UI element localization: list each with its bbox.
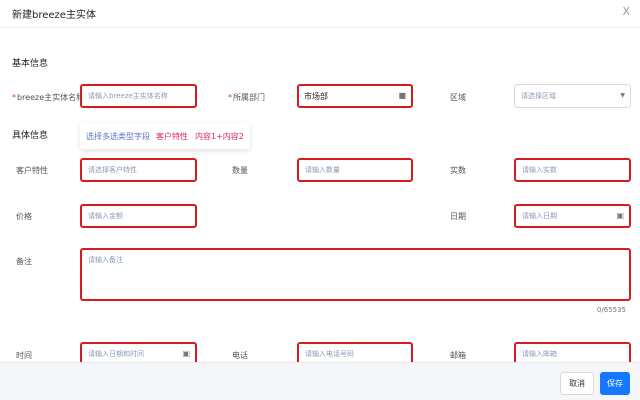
name-input[interactable] [82,86,195,106]
department-select[interactable]: 市场部 ■ [297,84,413,108]
section-basic-title: 基本信息 [12,59,49,69]
email-label: 邮箱 [450,351,466,360]
name-label-text: breeze主实体名称 [17,93,85,102]
date-field[interactable]: ▣ [514,204,631,228]
price-label: 价格 [16,212,32,221]
dropdown-option-2[interactable]: 客户特性 [156,131,188,142]
date-input[interactable] [516,206,629,226]
phone-input[interactable] [299,344,411,364]
email-input[interactable] [516,344,629,364]
name-field[interactable] [80,84,197,108]
required-mark: * [228,93,232,102]
remark-label: 备注 [16,257,32,266]
cancel-button[interactable]: 取消 [560,372,594,395]
quantity-input[interactable] [299,160,411,180]
remark-textarea[interactable] [82,250,629,299]
quantity-field[interactable] [297,158,413,182]
phone-label: 电话 [232,351,248,360]
real-number-input[interactable] [516,160,629,180]
remark-field[interactable] [80,248,631,301]
close-icon[interactable]: X [622,5,630,18]
real-number-field[interactable] [514,158,631,182]
customer-trait-field[interactable] [80,158,197,182]
dropdown-option-1[interactable]: 选择多选类型字段 [86,131,150,142]
department-label: *所属部门 [228,92,265,103]
remark-char-counter: 0/65535 [596,306,626,314]
calendar-icon[interactable]: ▣ [616,211,624,220]
chevron-down-icon: ▼ [620,92,625,99]
required-mark: * [12,93,16,102]
dialog-footer [0,362,640,400]
price-input[interactable] [82,206,195,226]
department-value: 市场部 [304,92,328,101]
region-select[interactable]: ▼ [514,84,631,108]
calendar-icon[interactable]: ▣ [182,349,190,358]
date-label: 日期 [450,212,466,221]
customer-trait-label: 客户特性 [16,166,48,175]
dropdown-option-3[interactable]: 内容1+内容2 [195,131,244,142]
tree-select-icon[interactable]: ■ [398,91,406,100]
dialog-header: 新建breeze主实体 X [0,0,640,28]
region-label: 区域 [450,93,466,102]
dialog-title: 新建breeze主实体 [12,10,96,21]
customer-trait-input[interactable] [82,160,195,180]
section-detail-title: 具体信息 [12,131,49,141]
region-input[interactable] [515,85,630,107]
quantity-label: 数量 [232,166,248,175]
time-label: 时间 [16,351,32,360]
customer-trait-dropdown: 选择多选类型字段 客户特性 内容1+内容2 [80,123,250,149]
price-field[interactable] [80,204,197,228]
time-input[interactable] [82,344,195,364]
save-button[interactable]: 保存 [600,372,630,395]
real-number-label: 实数 [450,166,466,175]
name-label: *breeze主实体名称 [12,92,84,103]
department-label-text: 所属部门 [233,93,265,102]
